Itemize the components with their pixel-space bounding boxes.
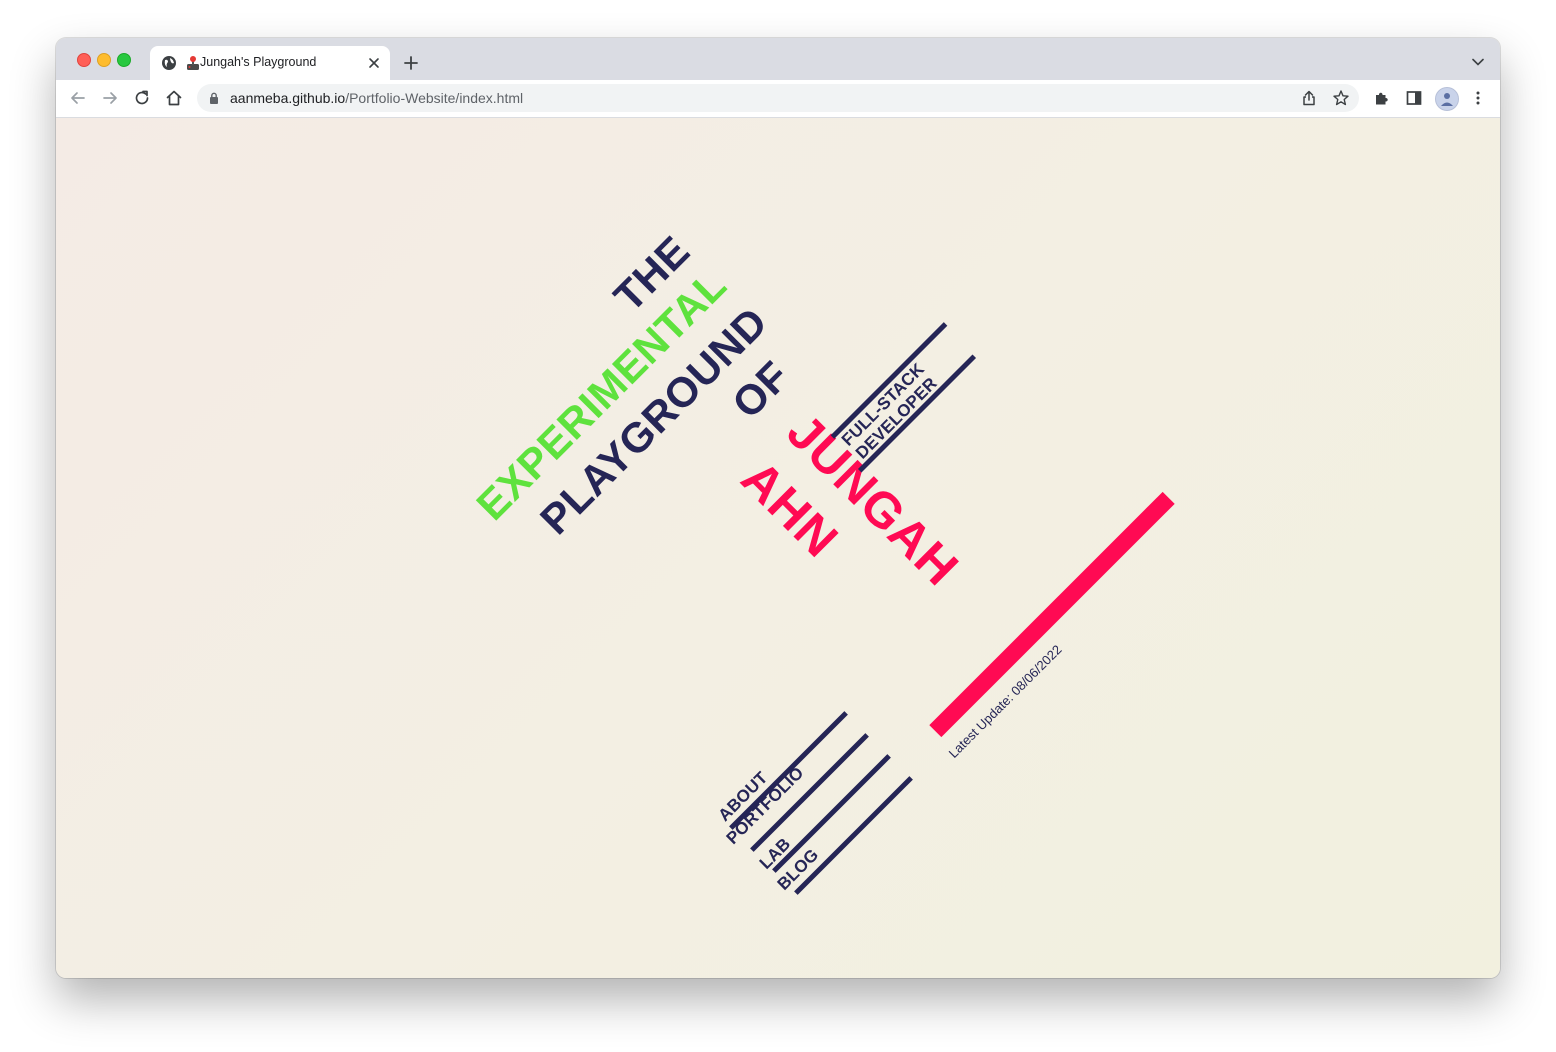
browser-window: Jungah's Playground aanmeba.github.io/Po… (56, 38, 1500, 978)
tab-strip: Jungah's Playground (56, 38, 1500, 80)
maximize-window-button[interactable] (117, 53, 131, 67)
close-window-button[interactable] (77, 53, 91, 67)
more-menu-icon[interactable] (1469, 89, 1487, 107)
profile-avatar[interactable] (1435, 87, 1459, 111)
tab-search-chevron-icon[interactable] (1472, 58, 1484, 66)
profile-person-icon (1441, 93, 1453, 106)
tab-title: Jungah's Playground (200, 55, 317, 69)
bookmark-star-icon[interactable] (1332, 89, 1350, 107)
back-icon[interactable] (69, 89, 87, 107)
reload-icon[interactable] (133, 89, 151, 107)
address-bar[interactable]: aanmeba.github.io/Portfolio-Website/inde… (197, 84, 1359, 112)
joystick-favicon-icon (187, 56, 199, 70)
lock-icon[interactable] (209, 92, 219, 104)
side-panel-icon[interactable] (1405, 89, 1423, 107)
extensions-puzzle-icon[interactable] (1373, 89, 1391, 107)
share-icon[interactable] (1300, 89, 1318, 107)
new-tab-icon[interactable] (403, 55, 419, 71)
close-tab-icon[interactable] (368, 57, 380, 69)
home-icon[interactable] (165, 89, 183, 107)
tab-active[interactable]: Jungah's Playground (150, 46, 390, 80)
forward-icon[interactable] (101, 89, 119, 107)
minimize-window-button[interactable] (97, 53, 111, 67)
browser-toolbar: aanmeba.github.io/Portfolio-Website/inde… (56, 80, 1500, 118)
page-content: THE EXPERIMENTAL PLAYGROUND OF JUNGAH AH… (56, 118, 1500, 978)
globe-icon (162, 56, 176, 70)
url-text: aanmeba.github.io/Portfolio-Website/inde… (230, 90, 524, 106)
accent-bar (929, 491, 1175, 738)
